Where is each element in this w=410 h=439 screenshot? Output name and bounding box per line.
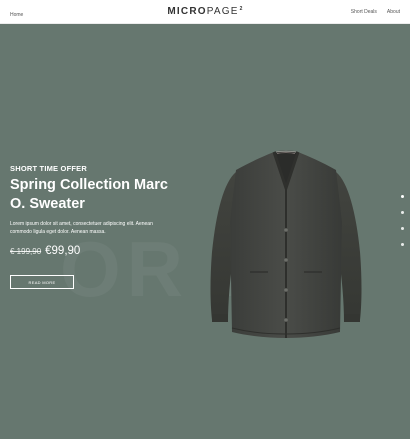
slide-pagination (401, 195, 404, 246)
hero-slide: OR M SHORT TIME OFFER Spring Collection … (0, 24, 410, 439)
cardigan-sweater-icon (204, 142, 368, 340)
offer-label: SHORT TIME OFFER (10, 164, 87, 173)
nav-right: Short Deals About (351, 9, 400, 15)
site-header: Home Short Deals About (0, 0, 410, 24)
nav-short-deals-link[interactable]: Short Deals (351, 9, 377, 15)
product-description: Lorem ipsum dolor sit amet, consectetuer… (10, 221, 153, 235)
nav-about-link[interactable]: About (387, 9, 400, 15)
read-more-button[interactable]: READ MORE (10, 275, 74, 289)
product-title: Spring Collection Marc O. Sweater (10, 177, 168, 212)
pagination-dot-4[interactable] (401, 243, 404, 246)
nav-left: Home (10, 3, 23, 21)
price-row: € 199,90 €99,90 (10, 245, 80, 257)
nav-home-link[interactable]: Home (10, 12, 23, 18)
new-price: €99,90 (45, 245, 81, 257)
pagination-dot-3[interactable] (401, 227, 404, 230)
pagination-dot-1[interactable] (401, 195, 404, 198)
old-price: € 199,90 (10, 247, 42, 256)
pagination-dot-2[interactable] (401, 211, 404, 214)
